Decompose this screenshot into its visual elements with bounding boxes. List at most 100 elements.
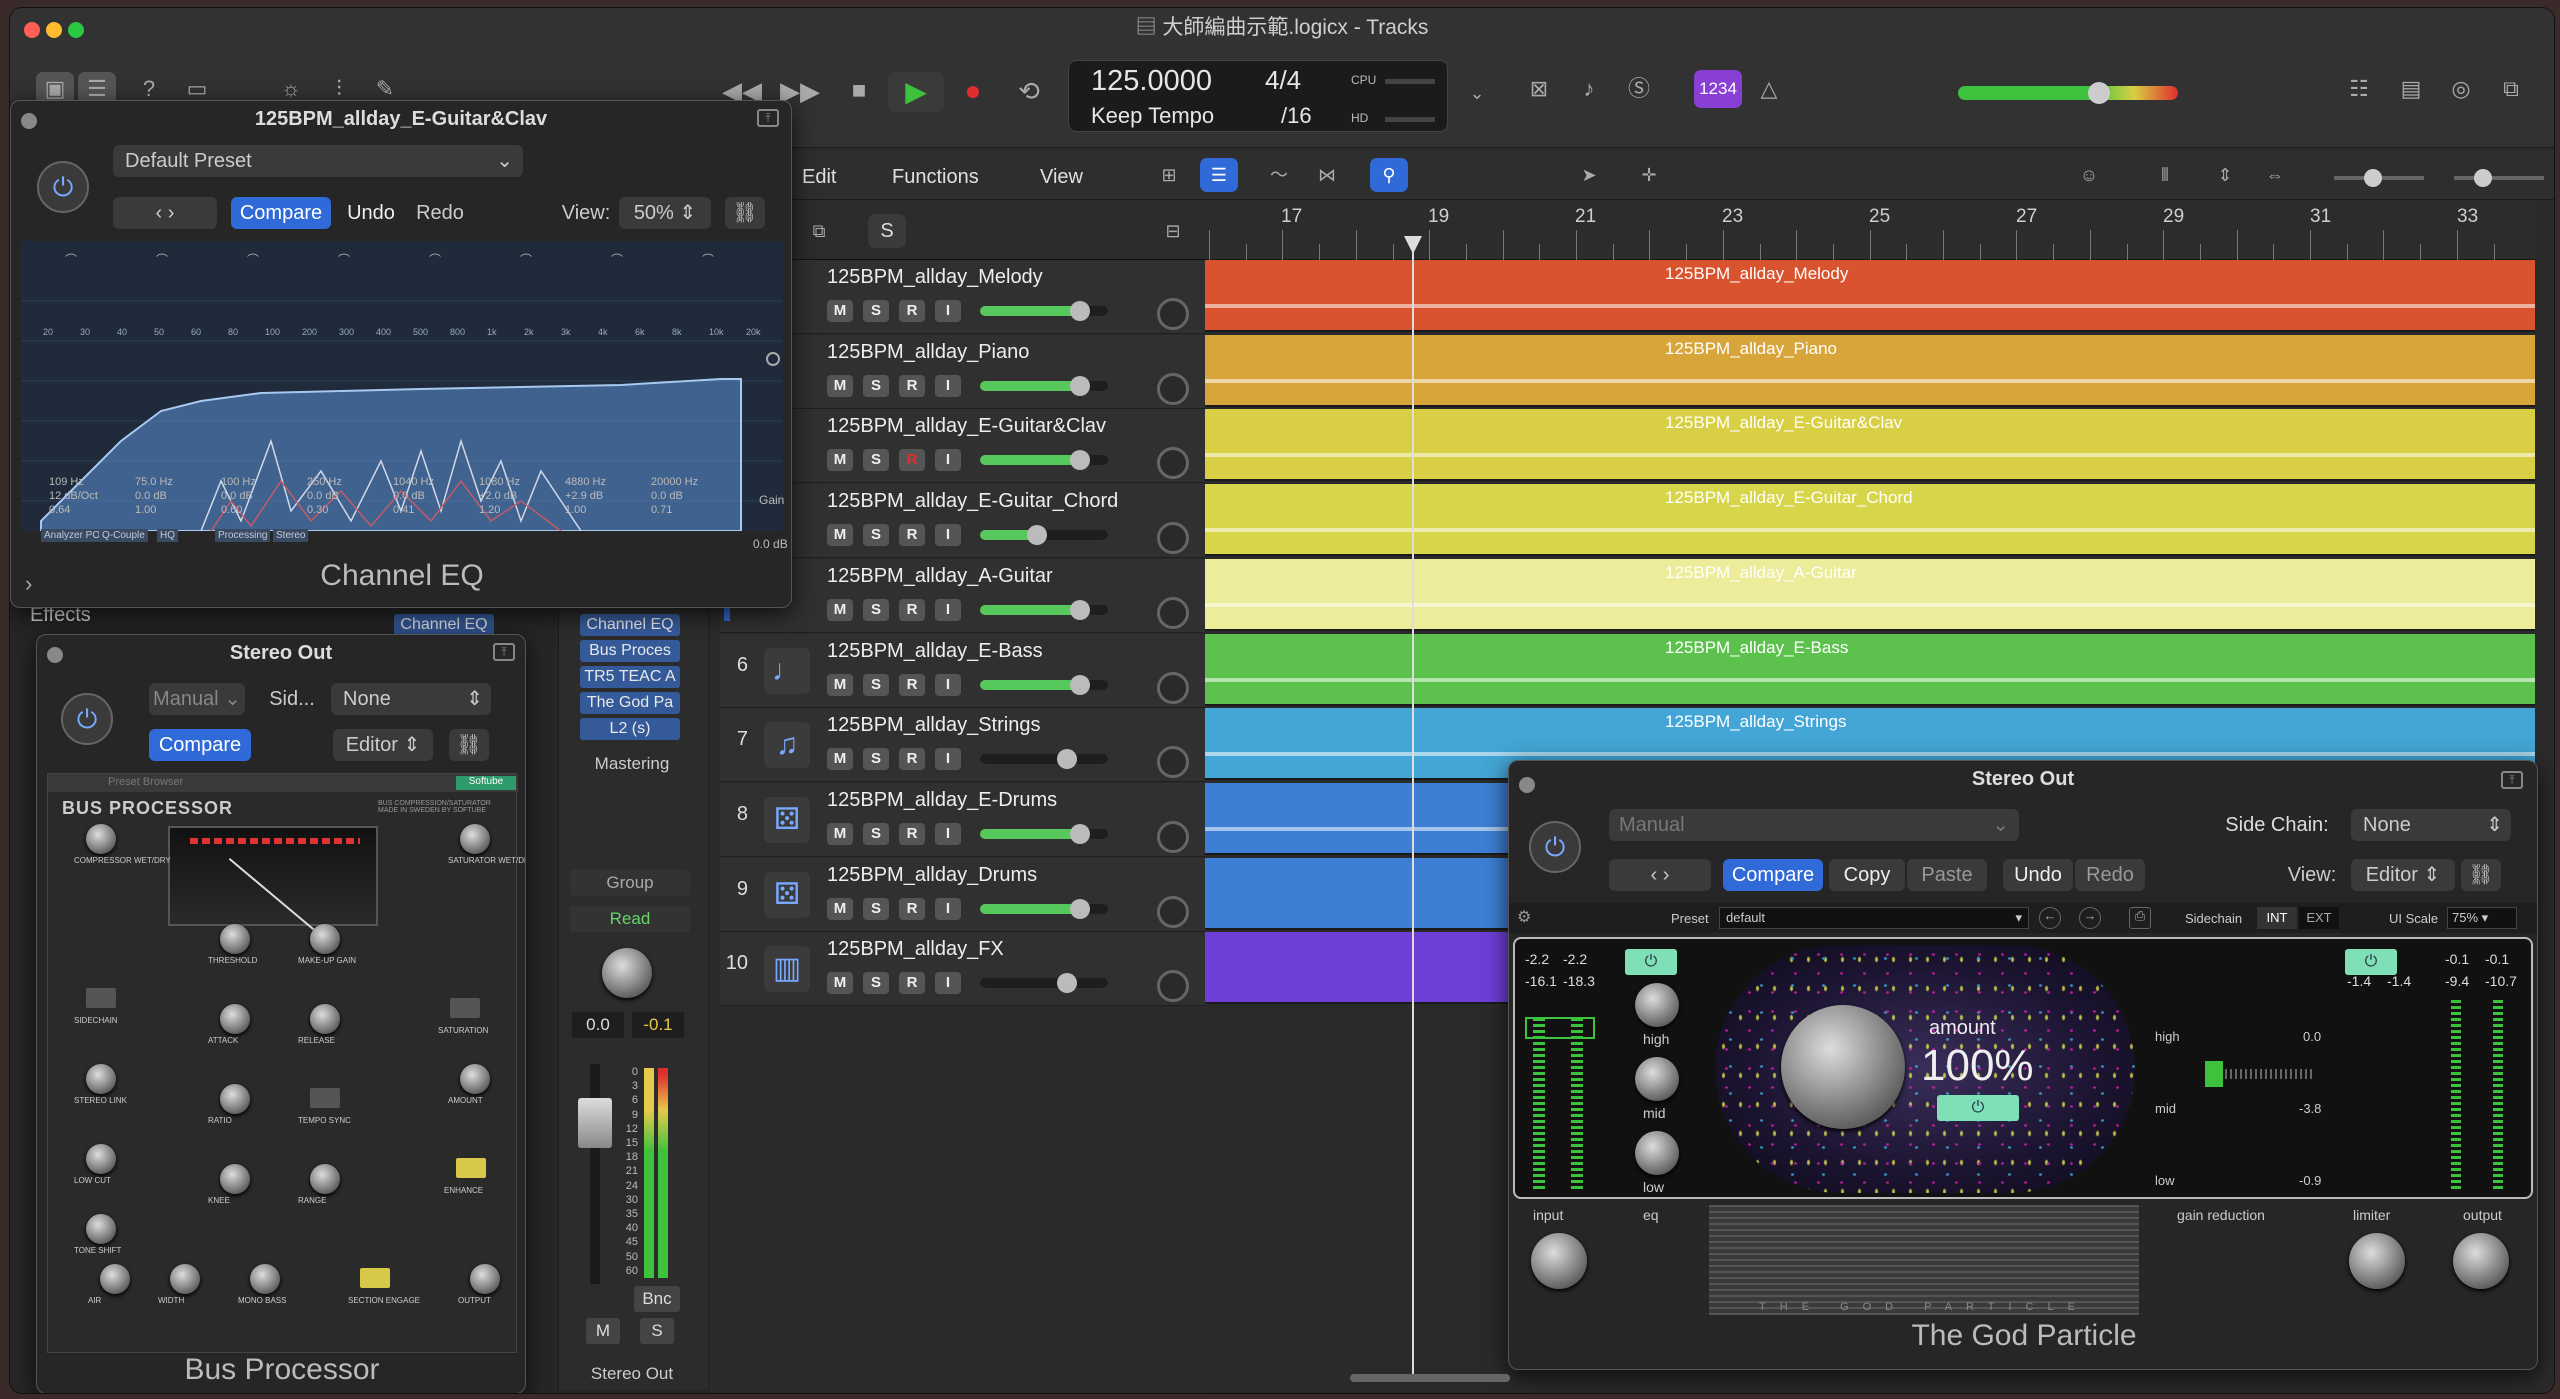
arrow-right-icon[interactable]: → (2079, 907, 2101, 929)
track-record-enable-button[interactable]: R (899, 972, 925, 995)
track-pan-knob[interactable] (1157, 970, 1189, 1003)
track-input-monitor-button[interactable]: I (935, 972, 961, 995)
eq-band-handle-icon[interactable]: ⌒ (702, 251, 724, 267)
track-mute-button[interactable]: M (827, 300, 853, 322)
eq-band-frequency[interactable]: 250 Hz (307, 476, 342, 488)
bus-detach-icon[interactable]: ⤒ (493, 643, 515, 661)
chevron-right-icon[interactable]: › (1663, 864, 1670, 886)
eq-band-q[interactable]: 0.41 (393, 504, 414, 516)
eq-band-handle-icon[interactable]: ⌒ (429, 251, 451, 267)
track-record-enable-button[interactable]: R (899, 673, 925, 696)
track-input-monitor-button[interactable]: I (935, 748, 961, 771)
playhead[interactable] (1412, 236, 1414, 1376)
preset-browser-label[interactable]: Preset Browser (108, 776, 183, 788)
track-pan-knob[interactable] (1157, 746, 1189, 779)
eq-band-frequency[interactable]: 75.0 Hz (135, 476, 173, 488)
notepad-icon[interactable]: ▤ (2392, 72, 2430, 106)
eq-band-handle-icon[interactable]: ⌒ (338, 251, 360, 267)
bounce-button[interactable]: Bnc (634, 1286, 680, 1312)
ext-button[interactable]: EXT (2299, 907, 2339, 929)
bus-power-icon[interactable]: ⏻ (61, 693, 113, 745)
track-volume-slider[interactable] (980, 450, 1108, 471)
eq-footer-option[interactable]: HQ (157, 529, 178, 542)
god-paste-button[interactable]: Paste (1907, 859, 1987, 891)
track-mute-button[interactable]: M (827, 524, 853, 547)
bus-knob[interactable] (310, 1164, 340, 1194)
track-solo-button[interactable]: S (863, 524, 889, 547)
track-volume-knob[interactable] (1069, 674, 1090, 695)
track-pan-knob[interactable] (1157, 596, 1189, 629)
god-compare-button[interactable]: Compare (1723, 859, 1823, 891)
insert-slot[interactable]: The God Pa (580, 692, 680, 714)
eq-band-q[interactable]: 0.60 (221, 504, 242, 516)
eq-band-handle-icon[interactable]: ⌒ (156, 251, 178, 267)
inspector-channel-eq-slot[interactable]: Channel EQ (394, 614, 494, 636)
god-redo-button[interactable]: Redo (2075, 859, 2145, 891)
track-mute-button[interactable]: M (827, 374, 853, 397)
vertical-zoom-slider[interactable] (2334, 169, 2424, 187)
track-record-enable-button[interactable]: R (899, 748, 925, 771)
minimize-window-button[interactable] (46, 22, 62, 38)
track-solo-button[interactable]: S (863, 300, 889, 322)
eq-band-handle-icon[interactable]: ⌒ (247, 251, 269, 267)
track-mute-button[interactable]: M (827, 897, 853, 920)
track-record-enable-button[interactable]: R (899, 449, 925, 472)
eq-detach-icon[interactable]: ⤒ (757, 109, 779, 127)
bus-knob[interactable] (470, 1264, 500, 1294)
eq-prev-next-buttons[interactable]: ‹ › (113, 197, 217, 229)
eq-preset-select[interactable]: Default Preset ⌄ (113, 145, 523, 177)
track-record-enable-button[interactable]: R (899, 598, 925, 621)
track-record-enable-button[interactable]: R (899, 897, 925, 920)
bus-knob[interactable] (220, 1084, 250, 1114)
eq-band-gain[interactable]: 0.0 dB (221, 490, 253, 502)
track-volume-knob[interactable] (1027, 525, 1048, 546)
insert-slot[interactable]: Bus Proces (580, 640, 680, 662)
track-volume-knob[interactable] (1069, 375, 1090, 396)
bus-knob[interactable] (460, 1064, 490, 1094)
audio-region[interactable]: 125BPM_allday_E-Bass (1205, 633, 2535, 706)
tuner-icon[interactable]: ♪ (1570, 72, 1608, 106)
track-pan-knob[interactable] (1157, 671, 1189, 704)
count-in-badge[interactable]: 1234 (1694, 70, 1742, 108)
track-solo-button[interactable]: S (863, 822, 889, 845)
bus-knob[interactable] (310, 1004, 340, 1034)
track-header[interactable]: 125BPM_allday_E-Guitar&Clav M S R I (720, 409, 1205, 484)
strip-mute-button[interactable]: M (586, 1318, 620, 1344)
track-volume-slider[interactable] (980, 823, 1108, 844)
track-volume-knob[interactable] (1069, 450, 1090, 471)
close-window-button[interactable] (24, 22, 40, 38)
track-volume-slider[interactable] (980, 301, 1108, 321)
track-name[interactable]: 125BPM_allday_E-Guitar_Chord (827, 490, 1118, 513)
amount-value[interactable]: 100% (1921, 1041, 2034, 1091)
bus-knob[interactable] (86, 824, 116, 854)
eq-band-gain[interactable]: +2.9 dB (565, 490, 603, 502)
god-nav-buttons[interactable]: ‹ › (1609, 859, 1711, 891)
strip-solo-button[interactable]: S (640, 1318, 674, 1344)
solo-icon[interactable]: Ⓢ (1620, 72, 1658, 106)
track-input-monitor-button[interactable]: I (935, 374, 961, 397)
track-input-monitor-button[interactable]: I (935, 598, 961, 621)
insert-slot[interactable]: Channel EQ (580, 614, 680, 636)
insert-slot[interactable]: L2 (s) (580, 718, 680, 740)
track-mute-button[interactable]: M (827, 972, 853, 995)
eq-footer-option[interactable]: Stereo (273, 529, 309, 542)
horizontal-scrollbar[interactable] (1350, 1374, 1510, 1382)
automation-icon[interactable]: 〜 (1260, 158, 1298, 192)
eq-band-gain[interactable]: 0.0 dB (135, 490, 167, 502)
track-solo-button[interactable]: S (863, 748, 889, 771)
track-volume-slider[interactable] (980, 674, 1108, 695)
crosshair-tool-icon[interactable]: ✛ (1630, 158, 1668, 192)
track-instrument-icon[interactable]: ⚄ (764, 871, 810, 918)
eq-band-handle-icon[interactable]: ⌒ (520, 251, 542, 267)
eq-band-q[interactable]: 1.00 (135, 504, 156, 516)
track-name[interactable]: 125BPM_allday_Strings (827, 714, 1040, 737)
timeline-ruler[interactable]: 17 19 21 23 25 27 29 31 33 (1205, 200, 2535, 260)
eq-band-q[interactable]: 1.00 (565, 504, 586, 516)
track-input-monitor-button[interactable]: I (935, 300, 961, 322)
time-signature[interactable]: 4/4 (1265, 65, 1301, 96)
eq-band-frequency[interactable]: 1040 Hz (393, 476, 434, 488)
amount-power-icon[interactable]: ⏻ (1937, 1095, 2019, 1121)
track-mute-button[interactable]: M (827, 598, 853, 621)
track-header[interactable]: 10 ▥ 125BPM_allday_FX M S R I (720, 932, 1205, 1007)
track-pan-knob[interactable] (1157, 895, 1189, 928)
